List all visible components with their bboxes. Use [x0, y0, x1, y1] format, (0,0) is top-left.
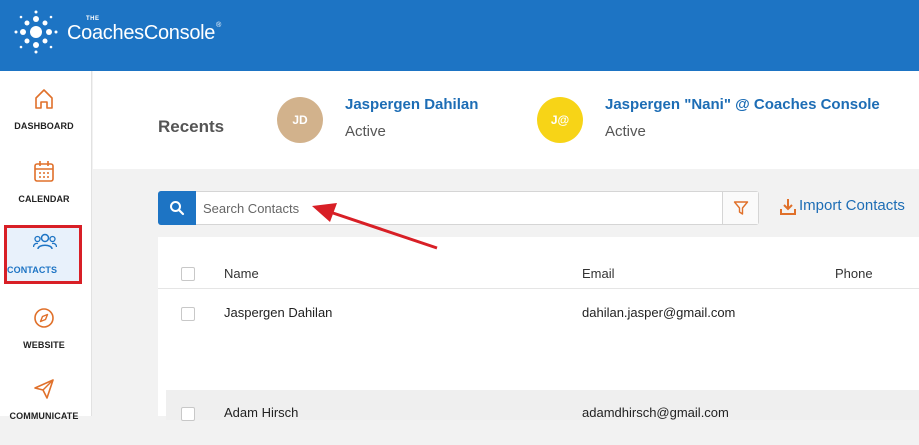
send-icon: [34, 379, 54, 399]
contacts-table: Name Email Phone Jaspergen Dahilan dahil…: [158, 237, 919, 421]
avatar[interactable]: J@: [537, 97, 583, 143]
select-all-checkbox[interactable]: [181, 267, 195, 281]
registered-mark: ®: [216, 22, 221, 29]
sidebar-item-website[interactable]: WEBSITE: [0, 306, 92, 374]
recents-bar: Recents JD Jaspergen Dahilan Active J@ J…: [93, 71, 919, 169]
search-bar: [158, 191, 759, 225]
contact-email: adamdhirsch@gmail.com: [582, 405, 729, 420]
row-checkbox[interactable]: [181, 407, 195, 421]
sidebar-item-label: CONTACTS: [7, 265, 58, 275]
search-input[interactable]: [203, 198, 703, 218]
logo-name: CoachesConsole: [67, 22, 216, 44]
import-contacts-label: Import Contacts: [799, 197, 905, 214]
home-icon: [35, 89, 53, 109]
header-divider: [158, 288, 919, 289]
sidebar-item-calendar[interactable]: CALENDAR: [0, 160, 92, 228]
sidebar-item-label: COMMUNICATE: [9, 411, 79, 421]
logo-text[interactable]: CoachesConsole®: [67, 22, 221, 45]
contact-name[interactable]: Jaspergen Dahilan: [224, 305, 332, 320]
search-button[interactable]: [158, 191, 196, 225]
column-header-name[interactable]: Name: [224, 266, 259, 281]
sidebar-item-communicate[interactable]: COMMUNICATE: [0, 377, 92, 445]
recents-title: Recents: [158, 117, 225, 136]
download-icon: [780, 199, 796, 215]
contact-name[interactable]: Adam Hirsch: [224, 405, 298, 420]
sidebar-item-label: CALENDAR: [18, 194, 70, 204]
recent-contact-status: Active: [605, 123, 646, 140]
logo-icon[interactable]: [14, 10, 58, 54]
row-checkbox[interactable]: [181, 307, 195, 321]
top-bar: THE CoachesConsole®: [0, 0, 919, 71]
sidebar: DASHBOARD CALENDAR CONTACTS WEBSITE COMM…: [0, 71, 92, 421]
sidebar-item-dashboard[interactable]: DASHBOARD: [0, 87, 92, 155]
calendar-icon: [34, 161, 54, 182]
avatar[interactable]: JD: [277, 97, 323, 143]
filter-button[interactable]: [722, 192, 758, 224]
sidebar-item-label: DASHBOARD: [14, 121, 74, 131]
contact-email: dahilan.jasper@gmail.com: [582, 305, 736, 320]
column-header-phone[interactable]: Phone: [835, 266, 873, 281]
search-icon: [170, 201, 185, 216]
recent-contact-name[interactable]: Jaspergen "Nani" @ Coaches Console: [605, 96, 880, 113]
recent-contact-status: Active: [345, 123, 386, 140]
compass-icon: [34, 308, 54, 328]
sidebar-item-label: WEBSITE: [23, 340, 65, 350]
column-header-email[interactable]: Email: [582, 266, 615, 281]
contacts-icon: [33, 233, 57, 250]
sidebar-item-contacts[interactable]: CONTACTS: [4, 225, 82, 284]
main-content: Recents JD Jaspergen Dahilan Active J@ J…: [93, 71, 919, 421]
recent-contact-name[interactable]: Jaspergen Dahilan: [345, 96, 478, 113]
filter-icon: [733, 201, 749, 215]
